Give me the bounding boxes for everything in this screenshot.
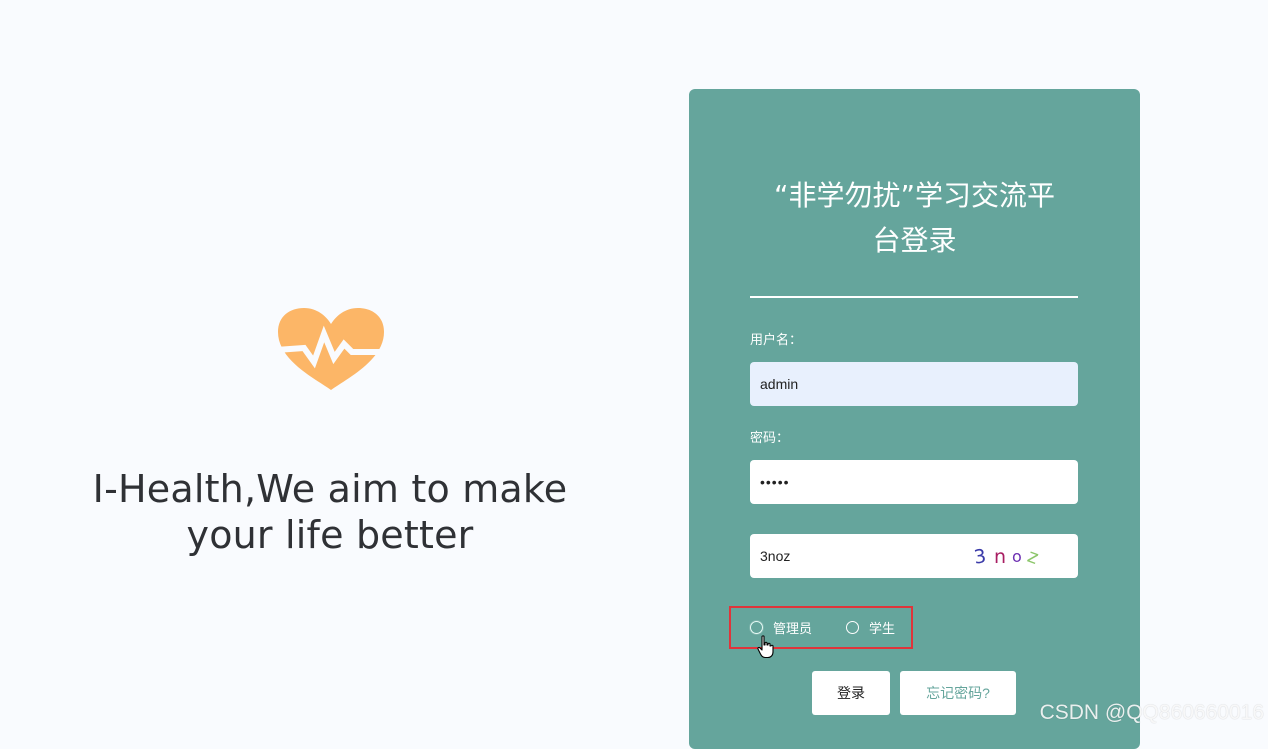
login-title: “非学勿扰”学习交流平 台登录 [689, 173, 1140, 263]
radio-admin-icon[interactable] [750, 621, 763, 634]
role-option-student[interactable]: 学生 [846, 608, 895, 647]
password-label: 密码： [750, 430, 790, 445]
forgot-password-button[interactable]: 忘记密码? [900, 671, 1016, 715]
captcha-char-1: 3 [972, 545, 988, 569]
username-label: 用户名： [750, 332, 803, 347]
captcha-input[interactable] [750, 534, 970, 578]
captcha-char-3: o [1012, 547, 1022, 566]
role-admin-label: 管理员 [773, 621, 813, 636]
password-input[interactable] [750, 460, 1078, 504]
watermark: CSDN @QQ860660016 [1039, 701, 1264, 724]
login-title-line-2: 台登录 [872, 224, 957, 257]
login-button[interactable]: 登录 [812, 671, 890, 715]
tagline-line-1: I-Health,We aim to make [92, 467, 568, 511]
radio-student-icon[interactable] [846, 621, 859, 634]
captcha-char-2: n [994, 546, 1007, 568]
title-divider [750, 296, 1078, 298]
login-title-line-1: “非学勿扰”学习交流平 [773, 179, 1055, 212]
username-input[interactable] [750, 362, 1078, 406]
captcha-field: 3 n o z [750, 534, 1078, 578]
login-card: “非学勿扰”学习交流平 台登录 用户名： 密码： 3 n o z 管理员 学生 … [689, 89, 1140, 749]
hand-cursor-icon [757, 635, 774, 659]
role-student-label: 学生 [869, 621, 896, 636]
captcha-image[interactable]: 3 n o z [972, 544, 1064, 570]
tagline-line-2: your life better [186, 513, 474, 557]
heart-pulse-icon [275, 308, 386, 390]
brand-tagline: I-Health,We aim to make your life better [40, 466, 620, 558]
brand-logo [274, 304, 388, 394]
captcha-char-4: z [1024, 544, 1042, 570]
